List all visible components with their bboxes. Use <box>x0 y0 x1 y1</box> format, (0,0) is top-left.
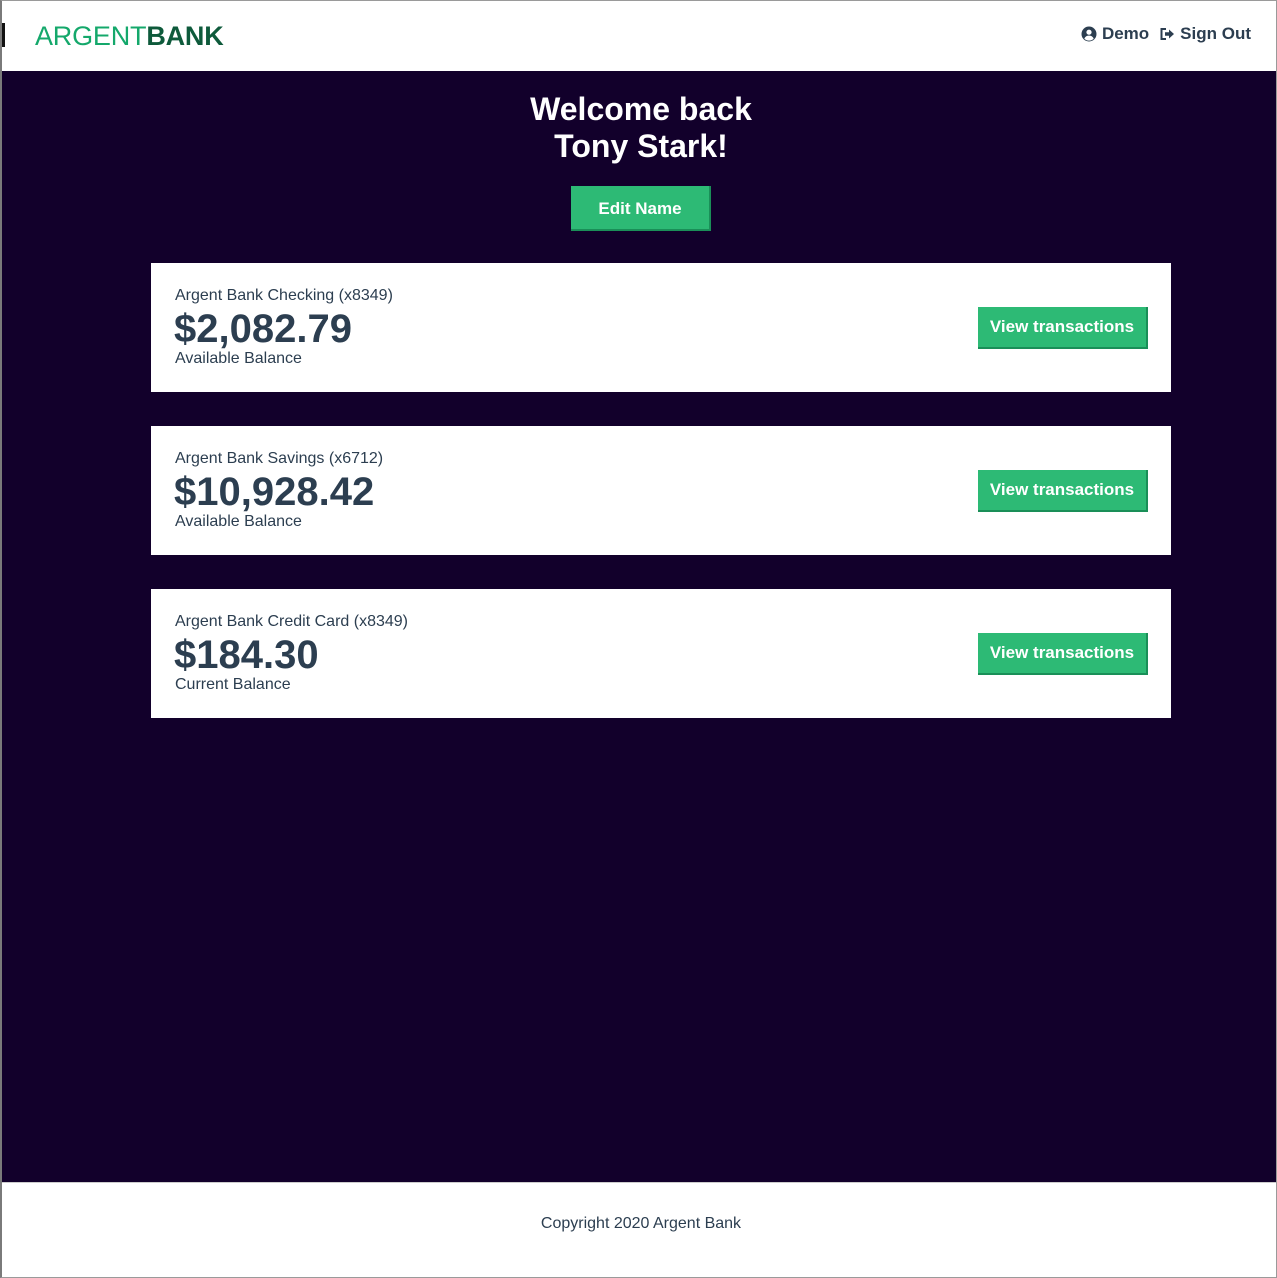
sign-out-icon <box>1160 28 1175 40</box>
main-content: Welcome back Tony Stark! Edit Name Argen… <box>2 71 1276 1182</box>
account-title: Argent Bank Checking (x8349) <box>175 287 393 304</box>
account-amount: $10,928.42 <box>174 470 375 514</box>
sign-out-label: Sign Out <box>1180 24 1251 43</box>
welcome-user-name: Tony Stark! <box>554 128 728 164</box>
account-card-savings: Argent Bank Savings (x6712) $10,928.42 A… <box>151 426 1171 555</box>
user-name-label: Demo <box>1101 24 1150 43</box>
nav-links: Demo Sign Out <box>1081 24 1251 44</box>
view-transactions-button[interactable]: View transactions <box>978 633 1148 675</box>
welcome-heading: Welcome back Tony Stark! <box>2 91 1277 165</box>
logo-text-bank: BANK <box>146 21 224 51</box>
user-circle-icon <box>1081 26 1097 42</box>
logo-text-argent: ARGENT <box>35 21 147 51</box>
account-amount: $2,082.79 <box>174 307 352 351</box>
account-card-checking: Argent Bank Checking (x8349) $2,082.79 A… <box>151 263 1171 392</box>
view-transactions-button[interactable]: View transactions <box>978 307 1148 349</box>
main-nav: ARGENTBANK Demo Sign Out <box>2 1 1276 71</box>
footer-copyright: Copyright 2020 Argent Bank <box>540 1215 742 1232</box>
sign-out-link[interactable]: Sign Out <box>1159 24 1251 44</box>
edit-name-button[interactable]: Edit Name <box>571 186 711 231</box>
view-transactions-button[interactable]: View transactions <box>978 470 1148 512</box>
account-title: Argent Bank Savings (x6712) <box>175 450 384 467</box>
account-amount-description: Available Balance <box>175 513 302 530</box>
logo-link[interactable]: ARGENTBANK <box>35 20 224 52</box>
footer: Copyright 2020 Argent Bank <box>2 1182 1276 1277</box>
edge-mark <box>2 23 5 47</box>
account-amount-description: Current Balance <box>175 676 291 693</box>
account-card-credit: Argent Bank Credit Card (x8349) $184.30 … <box>151 589 1171 718</box>
account-amount-description: Available Balance <box>175 350 302 367</box>
user-profile-link[interactable]: Demo <box>1081 24 1149 44</box>
account-amount: $184.30 <box>174 633 319 677</box>
welcome-line1: Welcome back <box>530 91 752 127</box>
account-title: Argent Bank Credit Card (x8349) <box>175 613 408 630</box>
